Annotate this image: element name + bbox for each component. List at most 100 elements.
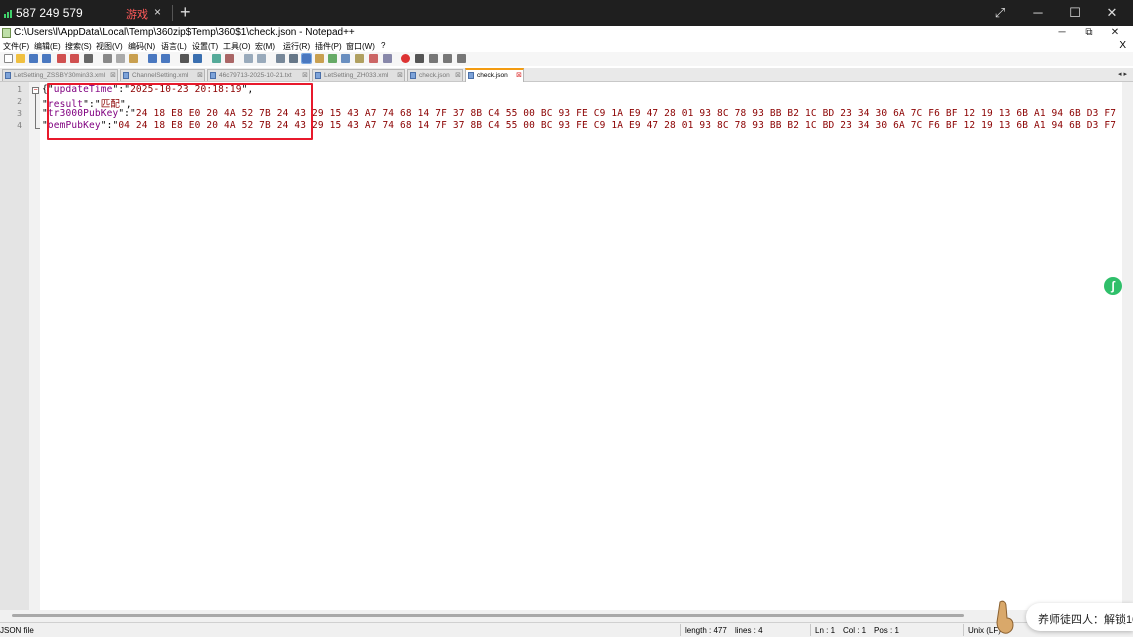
close-document-button[interactable]: X	[1119, 40, 1126, 51]
doc-tab-active[interactable]: check.json ⊠	[465, 68, 524, 82]
menu-tools[interactable]: 工具(O)	[223, 41, 251, 52]
fold-line	[35, 94, 36, 128]
print-icon[interactable]	[84, 54, 93, 63]
word-wrap-icon[interactable]	[276, 54, 285, 63]
status-bar: JSON file length : 477 lines : 4 Ln : 1 …	[0, 622, 1133, 637]
minimize-icon[interactable]: ─	[1029, 4, 1047, 22]
show-all-chars-icon[interactable]	[289, 54, 298, 63]
divider	[810, 624, 811, 636]
save-macro-icon[interactable]	[457, 54, 466, 63]
sync-horizontal-icon[interactable]	[257, 54, 266, 63]
status-length: length : 477	[685, 626, 727, 635]
vertical-scrollbar[interactable]	[1122, 82, 1133, 610]
close-icon[interactable]: ⊠	[302, 71, 308, 79]
folder-workspace-icon[interactable]	[355, 54, 364, 63]
function-list-icon[interactable]	[341, 54, 350, 63]
monitor-icon[interactable]	[369, 54, 378, 63]
status-column: Col : 1	[843, 626, 867, 635]
divider	[963, 624, 964, 636]
eye-icon[interactable]	[383, 54, 392, 63]
close-icon[interactable]: ⊠	[397, 71, 403, 79]
restore-icon[interactable]: ⧉	[1079, 26, 1099, 40]
status-lines: lines : 4	[735, 626, 763, 635]
fold-line	[35, 128, 40, 129]
play-multiple-icon[interactable]	[443, 54, 452, 63]
menu-plugins[interactable]: 插件(P)	[315, 41, 342, 52]
new-file-icon[interactable]	[4, 54, 13, 63]
maximize-icon[interactable]: ☐	[1066, 4, 1084, 22]
tab-scroll-arrows[interactable]: ◂ ▸	[1118, 70, 1127, 78]
zoom-in-icon[interactable]	[212, 54, 221, 63]
paste-icon[interactable]	[129, 54, 138, 63]
menu-window[interactable]: 窗口(W)	[346, 41, 375, 52]
doc-tab-label: check.json	[477, 72, 508, 79]
file-icon	[210, 72, 216, 79]
doc-tab[interactable]: check.json ⊠	[407, 69, 463, 81]
zoom-out-icon[interactable]	[225, 54, 234, 63]
doc-tab-label: check.json	[419, 72, 450, 79]
doc-tab[interactable]: LetSetting_ZH033.xml ⊠	[312, 69, 405, 81]
signal-icon	[4, 8, 14, 18]
close-file-icon[interactable]	[57, 54, 66, 63]
menu-settings[interactable]: 设置(T)	[192, 41, 218, 52]
save-all-icon[interactable]	[42, 54, 51, 63]
doc-tab-label: 46c79713-2025-10-21.txt	[219, 72, 292, 79]
copy-icon[interactable]	[116, 54, 125, 63]
close-icon[interactable]: ⊠	[455, 71, 461, 79]
redo-icon[interactable]	[161, 54, 170, 63]
fold-toggle-icon[interactable]: −	[32, 87, 39, 94]
remote-session-bar: 587 249 579 游戏 × + ⤢ ─ ☐ ✕	[0, 0, 1133, 26]
file-icon	[410, 72, 416, 79]
menu-run[interactable]: 运行(R)	[283, 41, 310, 52]
horizontal-scrollbar[interactable]	[0, 610, 1122, 622]
menu-bar: 文件(F) 编辑(E) 搜索(S) 视图(V) 编码(N) 语言(L) 设置(T…	[0, 40, 1133, 52]
document-tabs: LetSetting_ZSSBY30min33.xml ⊠ ChannelSet…	[0, 68, 1133, 82]
find-icon[interactable]	[180, 54, 189, 63]
close-icon[interactable]: ×	[154, 5, 161, 19]
fold-margin	[29, 82, 40, 610]
line-number-gutter: 1 2 3 4	[0, 82, 29, 610]
save-icon[interactable]	[29, 54, 38, 63]
record-macro-icon[interactable]	[401, 54, 410, 63]
udl-icon[interactable]	[315, 54, 324, 63]
menu-edit[interactable]: 编辑(E)	[34, 41, 61, 52]
sync-vertical-icon[interactable]	[244, 54, 253, 63]
replace-icon[interactable]	[193, 54, 202, 63]
play-macro-icon[interactable]	[429, 54, 438, 63]
file-icon	[5, 72, 11, 79]
close-icon[interactable]: ⊠	[197, 71, 203, 79]
doc-tab[interactable]: ChannelSetting.xml ⊠	[120, 69, 205, 81]
notepad-icon	[2, 28, 11, 38]
doc-tab[interactable]: LetSetting_ZSSBY30min33.xml ⊠	[2, 69, 118, 81]
doc-tab-label: LetSetting_ZSSBY30min33.xml	[14, 72, 106, 79]
menu-search[interactable]: 搜索(S)	[65, 41, 92, 52]
menu-language[interactable]: 语言(L)	[161, 41, 187, 52]
stop-macro-icon[interactable]	[415, 54, 424, 63]
fullscreen-icon[interactable]: ⤢	[991, 4, 1009, 22]
open-folder-icon[interactable]	[16, 54, 25, 63]
minimize-icon[interactable]: ─	[1052, 26, 1072, 40]
editor[interactable]: 1 2 3 4 − {"updateTime":"2025-10-23 20:1…	[0, 82, 1122, 610]
undo-icon[interactable]	[148, 54, 157, 63]
close-all-icon[interactable]	[70, 54, 79, 63]
indent-guide-icon[interactable]	[301, 53, 312, 64]
close-icon[interactable]: ✕	[1103, 4, 1121, 22]
status-position: Pos : 1	[874, 626, 899, 635]
session-tab[interactable]: 游戏 ×	[118, 0, 170, 26]
menu-encoding[interactable]: 编码(N)	[128, 41, 155, 52]
new-tab-button[interactable]: +	[180, 2, 191, 23]
menu-view[interactable]: 视图(V)	[96, 41, 123, 52]
line-number: 2	[17, 97, 22, 106]
cut-icon[interactable]	[103, 54, 112, 63]
menu-help[interactable]: ?	[381, 41, 385, 50]
close-icon[interactable]: ⊠	[516, 71, 522, 79]
floating-assistant-icon[interactable]: ʃ	[1104, 277, 1122, 295]
menu-file[interactable]: 文件(F)	[3, 41, 29, 52]
close-icon[interactable]: ✕	[1105, 26, 1125, 40]
remote-id: 587 249 579	[16, 6, 83, 20]
close-icon[interactable]: ⊠	[110, 71, 116, 79]
doc-tab[interactable]: 46c79713-2025-10-21.txt ⊠	[207, 69, 310, 81]
doc-map-icon[interactable]	[328, 54, 337, 63]
menu-macro[interactable]: 宏(M)	[255, 41, 275, 52]
scrollbar-thumb[interactable]	[12, 614, 964, 617]
